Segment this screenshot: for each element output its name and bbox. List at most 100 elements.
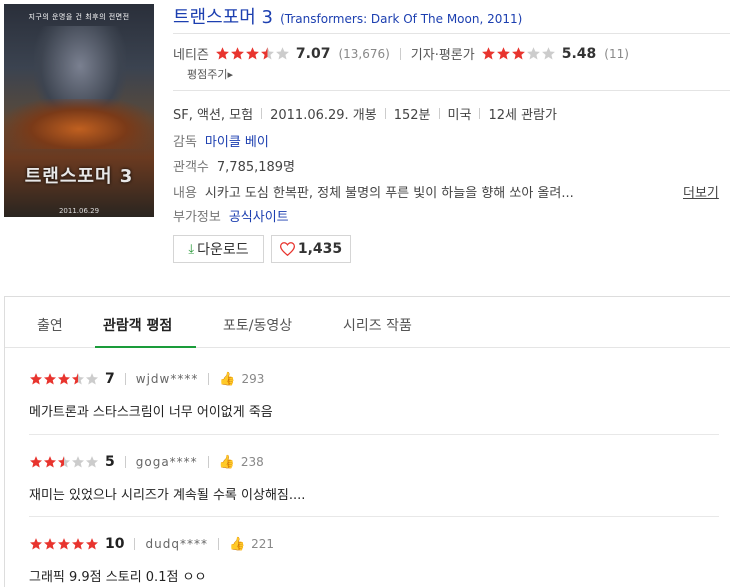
tab-photo-video[interactable]: 포토/동영상 [223,315,292,335]
tab-cast[interactable]: 출연 [37,315,63,335]
star-full-icon [43,455,57,469]
movie-poster[interactable]: 지구의 운명을 건 최후의 전면전 트랜스포머 3 2011.06.29 [4,4,154,217]
content-label: 내용 [173,186,197,201]
star-full-icon [43,372,57,386]
runtime: 152분 [393,108,431,123]
review-like-count: 293 [241,372,265,386]
star-full-icon [43,537,57,551]
tab-audience-rating[interactable]: 관람객 평점 [103,315,172,335]
poster-date-art: 2011.06.29 [58,207,100,215]
movie-original-title: (Transformers: Dark Of The Moon, 2011) [280,12,523,26]
poster-title-art: 트랜스포머 3 [24,166,134,187]
extra-info-row: 부가정보 공식사이트 [173,206,289,225]
audience-count: 7,785,189명 [216,160,296,175]
more-link[interactable]: 더보기 [683,182,719,201]
review-stars [29,455,99,469]
review-divider [29,516,719,517]
tab-series[interactable]: 시리즈 작품 [343,315,412,335]
netizen-label: 네티즌 [173,48,209,63]
critic-label: 기자·평론가 [410,48,475,63]
rating-row: 네티즌 7.07 (13,676) 기자·평론가 5.48 (11) [173,44,629,64]
reviews-section: 출연 관람객 평점 포토/동영상 시리즈 작품 7 wjdw**** 👍 293… [4,296,730,587]
country: 미국 [447,108,472,123]
download-button[interactable]: ⤓ 다운로드 [173,235,264,263]
star-full-icon [71,537,85,551]
tab-bar: 출연 관람객 평점 포토/동영상 시리즈 작품 [5,297,730,349]
movie-meta-row: SF, 액션, 모험 2011.06.29. 개봉 152분 미국 12세 관람… [173,104,557,123]
movie-title[interactable]: 트랜스포머 3 [173,7,273,28]
star-empty-icon [275,46,290,61]
heart-icon [279,242,295,256]
review-separator [124,373,126,385]
release-date: 2011.06.29. 개봉 [270,108,377,123]
netizen-count: (13,676) [338,46,390,61]
star-full-icon [85,537,99,551]
review-text: 재미는 있었으나 시리즈가 계속될 수록 이상해짐.... [29,488,306,503]
genre: SF, 액션, 모험 [173,108,254,123]
star-half-icon [71,372,85,386]
age-rating: 12세 관람가 [488,108,557,123]
meta-separator [384,108,386,119]
like-button[interactable]: 1,435 [271,235,351,263]
director-row: 감독 마이클 베이 [173,131,269,150]
review-divider [29,434,719,435]
review-like-count: 221 [251,537,275,551]
meta-separator [479,108,481,119]
poster-fire-art [4,99,154,149]
title-divider [173,33,730,34]
star-half-icon [57,455,71,469]
movie-title-row: 트랜스포머 3 (Transformers: Dark Of The Moon,… [173,3,522,29]
critic-score: 5.48 [561,45,597,62]
star-full-icon [496,46,511,61]
star-empty-icon [541,46,556,61]
download-icon: ⤓ [188,241,195,257]
review-score: 10 [105,536,125,552]
review-separator [134,538,136,550]
review-user: wjdw**** [135,372,199,386]
review-item: 10 dudq**** 👍 221 그래픽 9.9점 스토리 0.1점 ㅇㅇ [29,535,719,585]
review-score: 5 [105,454,115,470]
star-full-icon [245,46,260,61]
review-user: dudq**** [145,537,208,551]
review-stars [29,372,99,386]
review-item: 7 wjdw**** 👍 293 메가트론과 스타스크림이 너무 어이없게 죽음 [29,370,719,420]
review-separator [124,456,126,468]
content-summary: 시카고 도심 한복판, 정체 불명의 푸른 빛이 하늘을 향해 쏘아 올려... [204,186,574,201]
review-user: goga**** [135,455,198,469]
star-full-icon [230,46,245,61]
netizen-stars [215,46,290,61]
star-full-icon [29,537,43,551]
review-separator [207,456,209,468]
star-full-icon [511,46,526,61]
star-empty-icon [71,455,85,469]
review-separator [208,373,210,385]
rating-divider [399,47,401,60]
review-like-count: 238 [240,455,264,469]
star-full-icon [215,46,230,61]
thumbs-up-icon[interactable]: 👍 [219,455,235,470]
star-full-icon [29,372,43,386]
netizen-score: 7.07 [295,45,331,62]
rate-movie-link[interactable]: 평점주기▸ [187,66,233,82]
star-empty-icon [85,372,99,386]
critic-stars [481,46,556,61]
star-full-icon [57,537,71,551]
like-count: 1,435 [297,241,343,257]
star-half-icon [260,46,275,61]
audience-row: 관객수 7,785,189명 [173,156,295,175]
director-label: 감독 [173,135,197,150]
star-full-icon [57,372,71,386]
content-row: 내용 시카고 도심 한복판, 정체 불명의 푸른 빛이 하늘을 향해 쏘아 올려… [173,182,574,201]
official-site-link[interactable]: 공식사이트 [229,206,289,225]
meta-separator [261,108,263,119]
review-text: 그래픽 9.9점 스토리 0.1점 ㅇㅇ [29,570,207,585]
star-full-icon [29,455,43,469]
download-label: 다운로드 [197,242,249,258]
review-stars [29,537,99,551]
thumbs-up-icon[interactable]: 👍 [219,372,235,387]
extra-label: 부가정보 [173,210,221,225]
director-link[interactable]: 마이클 베이 [205,131,269,150]
critic-count: (11) [604,46,629,61]
thumbs-up-icon[interactable]: 👍 [229,537,245,552]
poster-tagline: 지구의 운명을 건 최후의 전면전 [28,13,130,21]
